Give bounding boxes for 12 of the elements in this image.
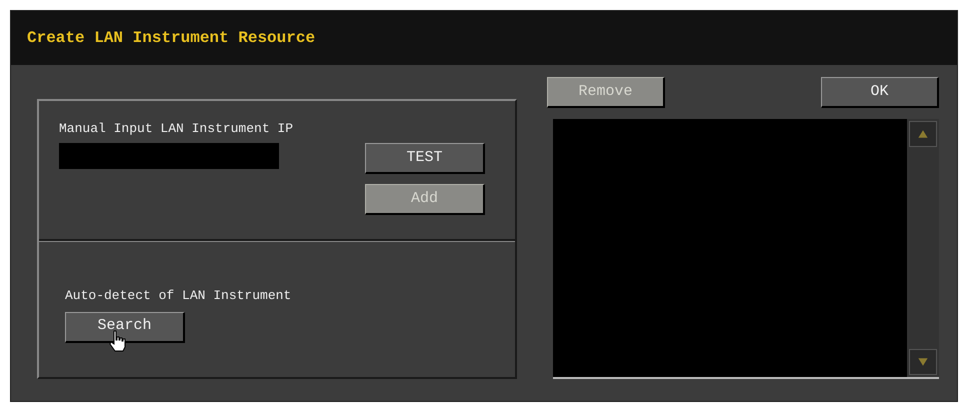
section-label: Auto-detect of LAN Instrument [65,287,292,305]
instrument-list[interactable] [553,119,939,379]
field-label: Manual Input LAN Instrument IP [59,120,294,138]
button[interactable]: OK [821,77,939,108]
button[interactable]: TEST [365,143,485,174]
hand-cursor-icon [109,330,127,352]
ip-field[interactable] [59,142,279,168]
window-title: Create LAN Instrument Resource [27,28,316,49]
scroll-up-icon[interactable] [909,121,937,147]
scroll-down-icon[interactable] [909,349,937,375]
button[interactable]: Search [65,312,185,342]
scrollbar[interactable] [907,119,939,377]
